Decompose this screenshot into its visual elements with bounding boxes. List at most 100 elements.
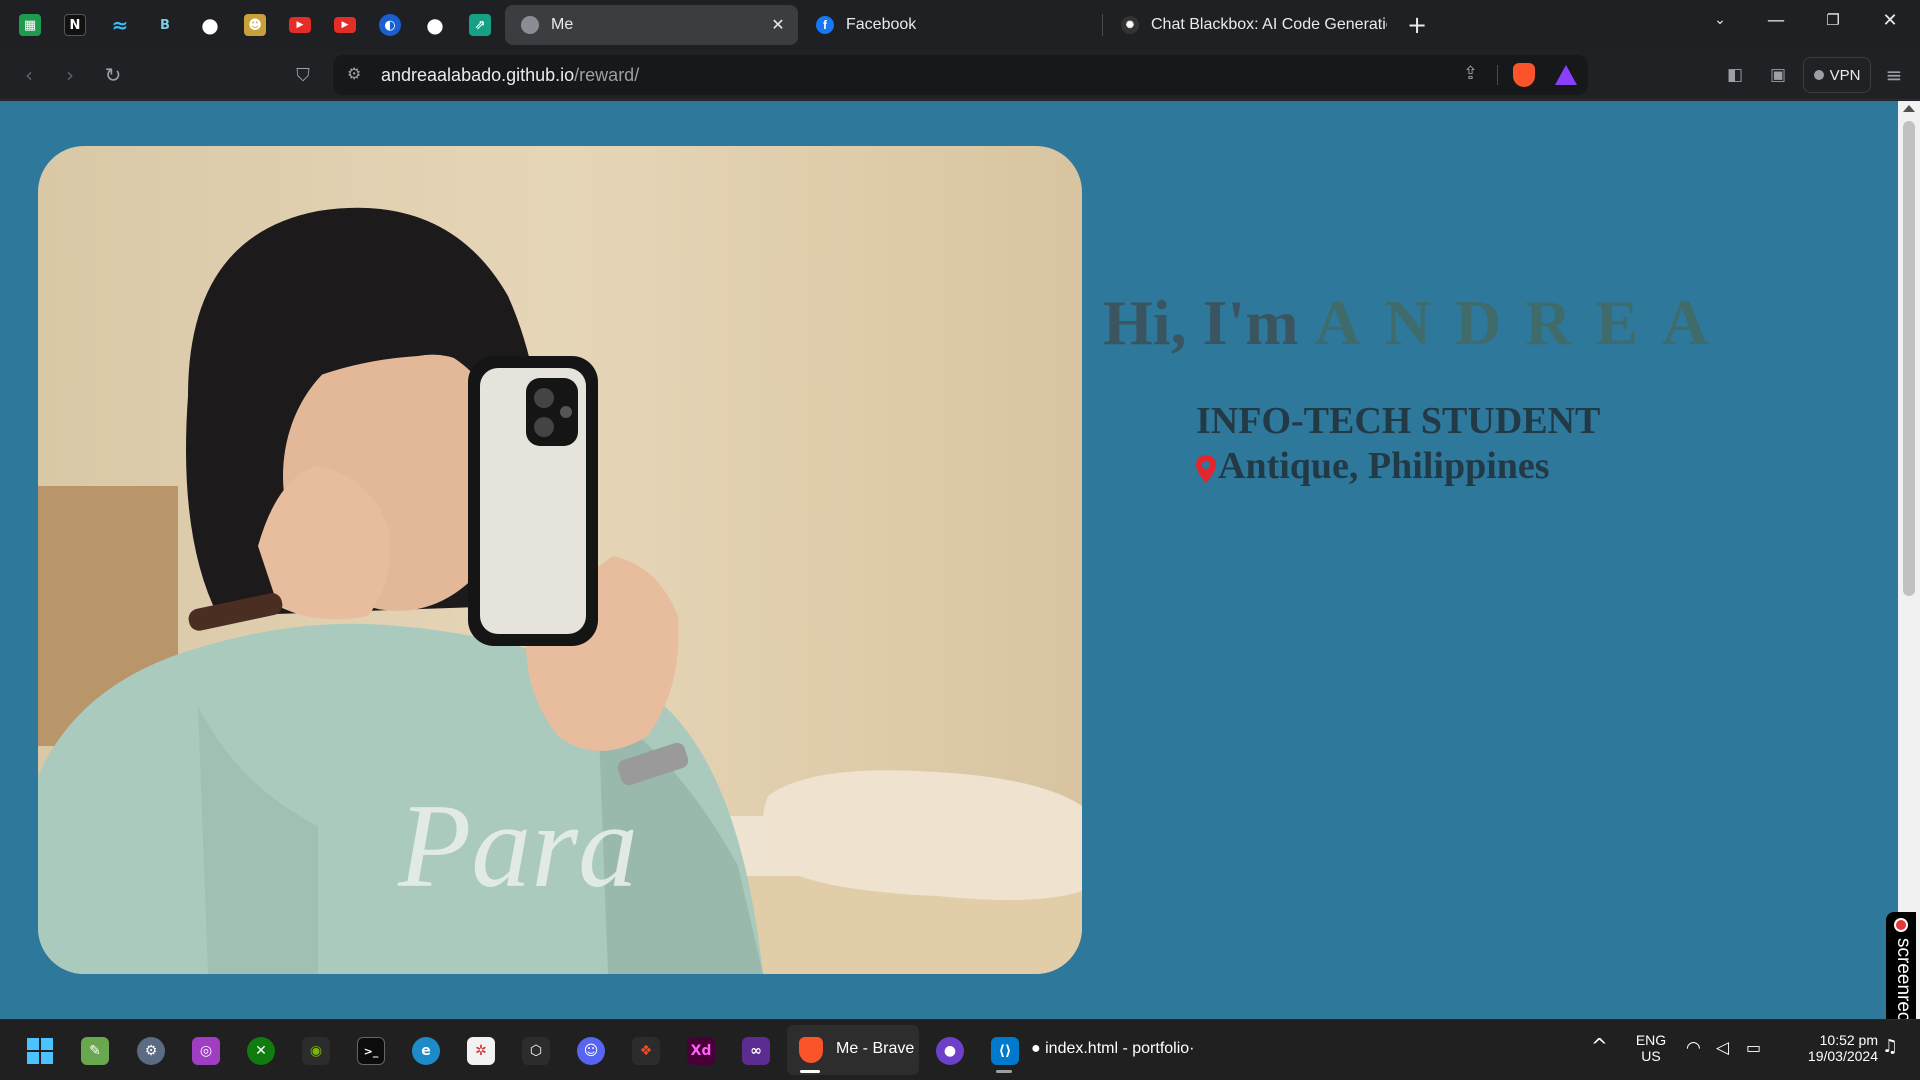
volume-icon[interactable]: ◁: [1716, 1038, 1729, 1058]
github-icon: ●: [201, 13, 219, 37]
browser-toolbar: ‹ › ↻ ⛉ ⚙ andreaalabado.github.io/reward…: [0, 50, 1920, 100]
language-indicator[interactable]: ENG US: [1633, 1032, 1669, 1064]
vpn-label: VPN: [1829, 66, 1861, 84]
tab-blackbox[interactable]: ✺ Chat Blackbox: AI Code Generation, C: [1105, 5, 1387, 45]
discord-icon: ☺: [577, 1037, 605, 1065]
taskbar-github-desktop[interactable]: ●: [930, 1031, 970, 1071]
pinned-tab-github[interactable]: ●: [192, 7, 228, 43]
notification-bell-icon[interactable]: ♫: [1882, 1036, 1898, 1057]
back-button[interactable]: ‹: [13, 59, 45, 91]
pinned-tab-tailwind[interactable]: ≈: [102, 7, 138, 43]
bookmark-icon[interactable]: ⛉: [287, 59, 319, 91]
start-button[interactable]: [20, 1031, 60, 1071]
nvidia-icon: ◉: [302, 1037, 330, 1065]
site-settings-icon[interactable]: ⚙: [347, 64, 361, 83]
taskbar-adobe-xd[interactable]: Xd: [681, 1031, 721, 1071]
pinned-tab-github-2[interactable]: ●: [417, 7, 453, 43]
lang-code: ENG: [1635, 1032, 1667, 1048]
close-window-button[interactable]: ✕: [1862, 0, 1918, 40]
taskbar-xbox[interactable]: ✕: [241, 1031, 281, 1071]
pinned-tab-youtube[interactable]: ▶: [282, 7, 318, 43]
minimize-button[interactable]: —: [1748, 0, 1804, 40]
github-icon: ●: [426, 13, 444, 37]
profile-photo: Para: [38, 146, 1082, 974]
pinned-tab-youtube-2[interactable]: ▶: [327, 7, 363, 43]
taskbar-edge[interactable]: e: [406, 1031, 446, 1071]
battery-icon[interactable]: ▭: [1746, 1038, 1761, 1057]
new-tab-button[interactable]: +: [1397, 5, 1437, 45]
brave-shields-icon[interactable]: [1513, 63, 1535, 87]
restore-button[interactable]: ❐: [1805, 0, 1861, 40]
tab-title: Me: [551, 16, 574, 33]
location-pin-icon: [1196, 455, 1216, 483]
hero-heading: Hi, I'm ANDREA: [1103, 286, 1732, 360]
page-content: Para Hi, I'm ANDREA INFO-TECH STUDENT Ant…: [0, 101, 1898, 1019]
running-indicator: [996, 1070, 1012, 1073]
bootstrap-icon: B: [160, 17, 170, 33]
globe-icon: ◐: [379, 14, 401, 36]
page-scrollbar[interactable]: [1898, 101, 1920, 1019]
vpn-button[interactable]: VPN: [1803, 57, 1871, 93]
youtube-icon: ▶: [334, 17, 356, 33]
browser-tab-strip: ▦ N ≈ B ● ☻ ▶ ▶ ◐ ● ⇗ Me ✕ f Facebook ✺ …: [0, 0, 1920, 50]
taskbar-vscode[interactable]: ⟨⟩: [985, 1031, 1025, 1071]
screenrec-label: screenrec: [1893, 938, 1914, 1022]
instagram-icon: ◎: [192, 1037, 220, 1065]
pinned-tab-sheets[interactable]: ▦: [12, 7, 48, 43]
tab-divider: [1102, 14, 1103, 36]
taskbar-discord[interactable]: ☺: [571, 1031, 611, 1071]
taskbar-rekordbox[interactable]: ✲: [461, 1031, 501, 1071]
menu-icon[interactable]: ≡: [1878, 59, 1910, 91]
pinned-tab-notion[interactable]: N: [57, 7, 93, 43]
github-desktop-icon: ●: [936, 1037, 964, 1065]
forward-button[interactable]: ›: [54, 59, 86, 91]
taskbar-settings[interactable]: ⚙: [131, 1031, 171, 1071]
clock[interactable]: 10:52 pm 19/03/2024: [1783, 1032, 1878, 1064]
pinned-tab-bootstrap[interactable]: B: [147, 7, 183, 43]
wallet-icon[interactable]: ▣: [1762, 59, 1794, 91]
youtube-icon: ▶: [289, 17, 311, 33]
facebook-icon: f: [816, 16, 834, 34]
pinned-tab-analytics[interactable]: ⇗: [462, 7, 498, 43]
url-host: andreaalabado.github.io: [381, 65, 575, 85]
share-icon[interactable]: ⇪: [1463, 63, 1478, 84]
record-icon: [1894, 918, 1908, 932]
vscode-task-label[interactable]: ● index.html - portfolio·: [1031, 1040, 1195, 1058]
location-text: Antique, Philippines: [1218, 445, 1550, 487]
brave-rewards-icon[interactable]: [1555, 65, 1577, 85]
wifi-icon[interactable]: ◠: [1686, 1038, 1701, 1058]
url-path: /reward/: [574, 65, 640, 85]
close-icon[interactable]: ✕: [768, 15, 788, 35]
pinned-tab-site[interactable]: ◐: [372, 7, 408, 43]
address-bar[interactable]: ⚙ andreaalabado.github.io/reward/ ⇪: [333, 55, 1588, 95]
taskbar-nvidia[interactable]: ◉: [296, 1031, 336, 1071]
taskbar-instagram[interactable]: ◎: [186, 1031, 226, 1071]
taskbar-visual-studio[interactable]: ∞: [736, 1031, 776, 1071]
clock-time: 10:52 pm: [1819, 1032, 1878, 1048]
settings-icon: ⚙: [137, 1037, 165, 1065]
pinned-tab-mascot[interactable]: ☻: [237, 7, 273, 43]
taskbar-unity[interactable]: ⬡: [516, 1031, 556, 1071]
tray-overflow-chevron-icon[interactable]: ^: [1591, 1034, 1608, 1058]
screenrec-widget[interactable]: screenrec: [1886, 912, 1916, 1028]
edge-icon: e: [412, 1037, 440, 1065]
tab-facebook[interactable]: f Facebook: [800, 5, 1100, 45]
hero-name: ANDREA: [1314, 287, 1733, 358]
tab-title: Facebook: [846, 16, 917, 33]
taskbar-notepad[interactable]: ✎: [75, 1031, 115, 1071]
tab-me[interactable]: Me ✕: [505, 5, 798, 45]
unity-icon: ⬡: [522, 1037, 550, 1065]
greeting-text: Hi, I'm: [1103, 287, 1299, 358]
xbox-icon: ✕: [247, 1037, 275, 1065]
url-text[interactable]: andreaalabado.github.io/reward/: [381, 65, 639, 86]
taskbar-brave[interactable]: Me - Brave: [787, 1025, 919, 1075]
scrollbar-thumb[interactable]: [1903, 121, 1915, 596]
taskbar-figma[interactable]: ❖: [626, 1031, 666, 1071]
tab-search-chevron-icon[interactable]: ⌄: [1692, 0, 1748, 40]
scroll-up-arrow-icon[interactable]: [1903, 105, 1915, 112]
location-row: Antique, Philippines: [1196, 444, 1550, 488]
active-indicator: [800, 1070, 820, 1073]
taskbar-terminal[interactable]: >_: [351, 1031, 391, 1071]
sidebar-toggle-icon[interactable]: ◧: [1719, 59, 1751, 91]
reload-button[interactable]: ↻: [97, 59, 129, 91]
